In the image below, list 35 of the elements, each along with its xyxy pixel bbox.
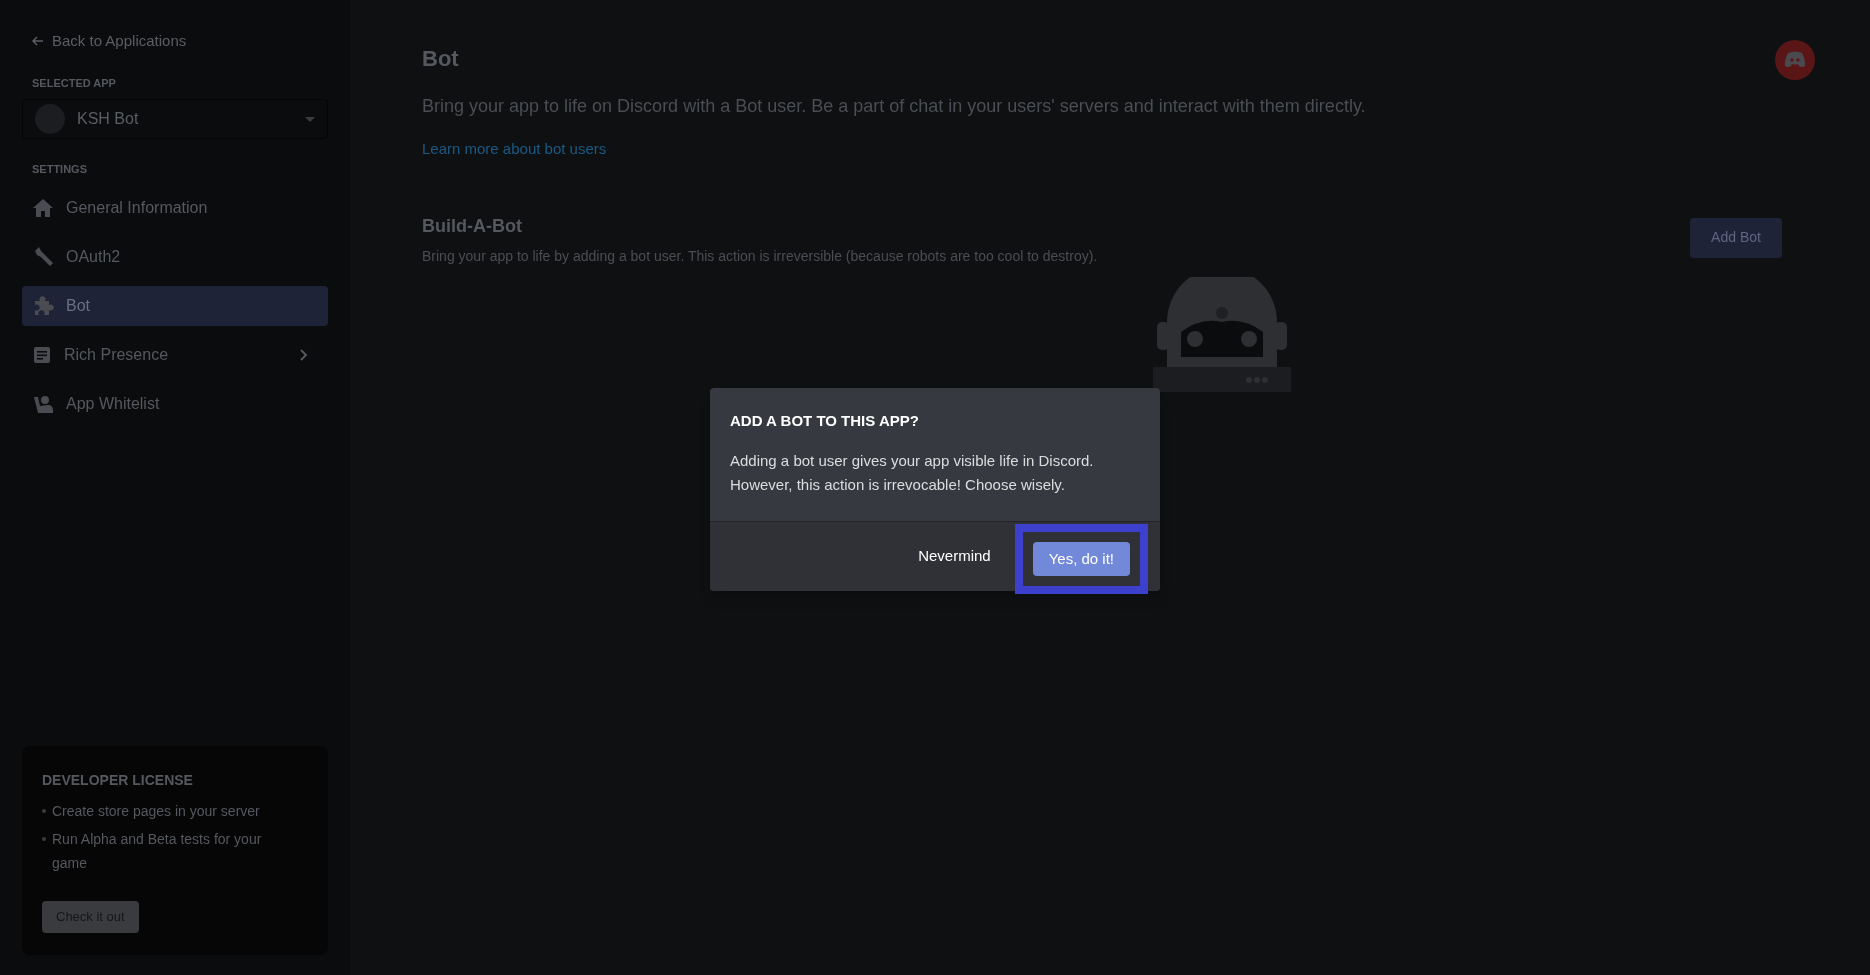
confirm-button[interactable]: Yes, do it! <box>1032 542 1130 576</box>
page-title: Bot <box>422 45 460 73</box>
caret-icon <box>305 116 315 122</box>
back-link-text[interactable]: Back to Applications <box>52 30 187 53</box>
nav-item[interactable]: App Whitelist <box>22 383 328 424</box>
arrow-left-icon <box>32 36 44 47</box>
chevron-right-icon <box>300 348 308 361</box>
nevermind-button[interactable]: Nevermind <box>904 539 1005 573</box>
dialog-title: ADD A BOT TO THIS APP? <box>730 411 920 431</box>
section-label: SELECTED APP <box>32 75 117 91</box>
home-icon <box>32 197 54 218</box>
nav-item[interactable]: Rich Presence <box>22 334 328 375</box>
bullet-text: Run Alpha and Beta tests for your game <box>52 830 263 873</box>
document-icon <box>32 344 52 365</box>
add-bot-button[interactable]: Add Bot <box>1690 217 1782 258</box>
bullet-text: Create store pages in your server <box>52 802 261 821</box>
app-dropdown[interactable]: KSH Bot <box>22 99 328 139</box>
card-title: DEVELOPER LICENSE <box>42 771 194 790</box>
nav-item[interactable]: OAuth2 <box>22 236 328 277</box>
bullet-icon <box>42 837 46 841</box>
section-title: Build-A-Bot <box>422 214 523 238</box>
game-controller-icon <box>1783 51 1807 69</box>
learn-more-link[interactable]: Learn more about bot users <box>422 138 607 161</box>
back-link[interactable]: Back to Applications <box>32 30 328 53</box>
nav-item[interactable]: Bot <box>22 285 328 326</box>
person-icon <box>32 393 54 414</box>
dialog-message: Adding a bot user gives your app visible life in Discord. However, this action is irrevocable! Choose wisely. <box>730 450 1095 495</box>
section-description: Bring your app to life by adding a bot user. This action is irreversible (because robots are too cool to destroy). <box>422 246 1098 266</box>
bullet-icon <box>42 809 46 813</box>
page-description: Bring your app to life on Discord with a Bot user. Be a part of chat in your users' servers and interact with them directly. <box>422 95 1367 118</box>
nav-item[interactable]: General Information <box>22 187 328 228</box>
app-name: KSH Bot <box>77 109 140 129</box>
user-avatar[interactable] <box>1775 40 1815 80</box>
section-label: SETTINGS <box>32 162 88 177</box>
puzzle-icon <box>32 294 54 317</box>
